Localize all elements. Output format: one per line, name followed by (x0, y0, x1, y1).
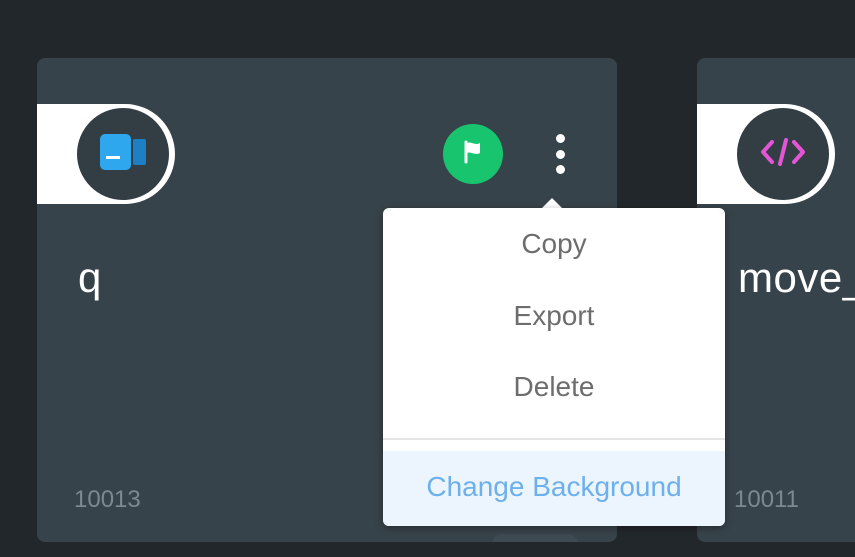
card-footer-tab (492, 534, 578, 542)
more-vertical-icon-dot (555, 165, 565, 174)
code-icon (759, 137, 807, 172)
menu-item-delete[interactable]: Delete (383, 371, 725, 403)
avatar (77, 108, 169, 200)
flag-icon (462, 140, 484, 169)
more-vertical-icon-dot (555, 149, 565, 159)
context-menu: Copy Export Delete Change Background (383, 208, 725, 526)
menu-divider (383, 438, 725, 440)
menu-item-change-background[interactable]: Change Background (383, 451, 725, 526)
card-title: q (78, 254, 102, 301)
card-id: 10013 (74, 486, 141, 513)
card-id: 10011 (734, 486, 799, 513)
flag-button[interactable] (443, 124, 503, 184)
more-options-button[interactable] (545, 130, 575, 178)
dashboard: q 10013 move_ 10011 Copy Export Delete C… (0, 0, 855, 557)
menu-item-copy[interactable]: Copy (383, 228, 725, 260)
menu-item-export[interactable]: Export (383, 300, 725, 332)
avatar (737, 108, 829, 200)
card-title: move_ (738, 254, 855, 301)
video-camera-icon (99, 133, 147, 176)
more-vertical-icon (555, 134, 565, 143)
